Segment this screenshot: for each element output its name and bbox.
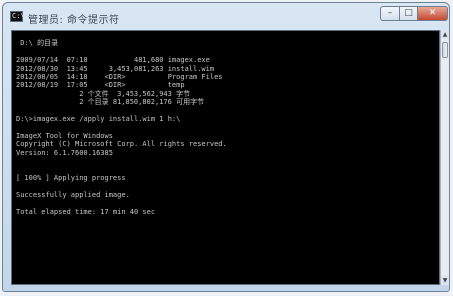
console-line: D:\ 的目录	[16, 39, 59, 48]
command-prompt-icon[interactable]: C:\	[10, 11, 25, 22]
console-line: [ 100% ] Applying progress	[16, 173, 126, 182]
title-bar[interactable]: C:\ 管理员: 命令提示符 – □ ✕	[3, 3, 449, 29]
console-line: Total elapsed time: 17 min 40 sec	[16, 207, 156, 216]
console-line: Copyright (C) Microsoft Corp. All rights…	[16, 140, 227, 149]
close-button[interactable]: ✕	[417, 6, 448, 21]
console-line: Version: 6.1.7600.16385	[16, 148, 113, 157]
console-line: ImageX Tool for Windows	[16, 131, 113, 140]
console-area[interactable]: D:\ 的目录 2009/07/14 07:10 481,680 imagex.…	[11, 30, 440, 285]
console-line: 2009/07/14 07:10 481,680 imagex.exe	[16, 56, 210, 65]
vertical-scrollbar[interactable]: ▲ ▼	[440, 30, 449, 285]
scroll-thumb[interactable]	[442, 42, 448, 58]
scroll-down-arrow-icon[interactable]: ▼	[441, 276, 449, 285]
console-line: 2 个目录 81,850,802,176 可用字节	[16, 98, 205, 107]
scroll-up-arrow-icon[interactable]: ▲	[441, 30, 449, 39]
console-line: 2 个文件 3,453,562,943 字节	[16, 89, 191, 98]
console-line: Successfully applied image.	[16, 190, 130, 199]
maximize-button[interactable]: □	[399, 6, 418, 21]
console-line: 2012/08/19 17:05 <DIR> temp	[16, 81, 185, 90]
command-prompt-window: C:\ 管理员: 命令提示符 – □ ✕ D:\ 的目录 2009/07/14 …	[2, 2, 450, 292]
console-line: 2012/08/05 14:18 <DIR> Program Files	[16, 73, 223, 82]
console-line: D:\>imagex.exe /apply install.wim 1 h:\	[16, 115, 181, 124]
minimize-button[interactable]: –	[380, 6, 400, 21]
console-output: D:\ 的目录 2009/07/14 07:10 481,680 imagex.…	[16, 31, 227, 216]
window-title: 管理员: 命令提示符	[28, 15, 120, 26]
console-line: 2012/08/30 13:45 3,453,081,263 install.w…	[16, 64, 215, 73]
